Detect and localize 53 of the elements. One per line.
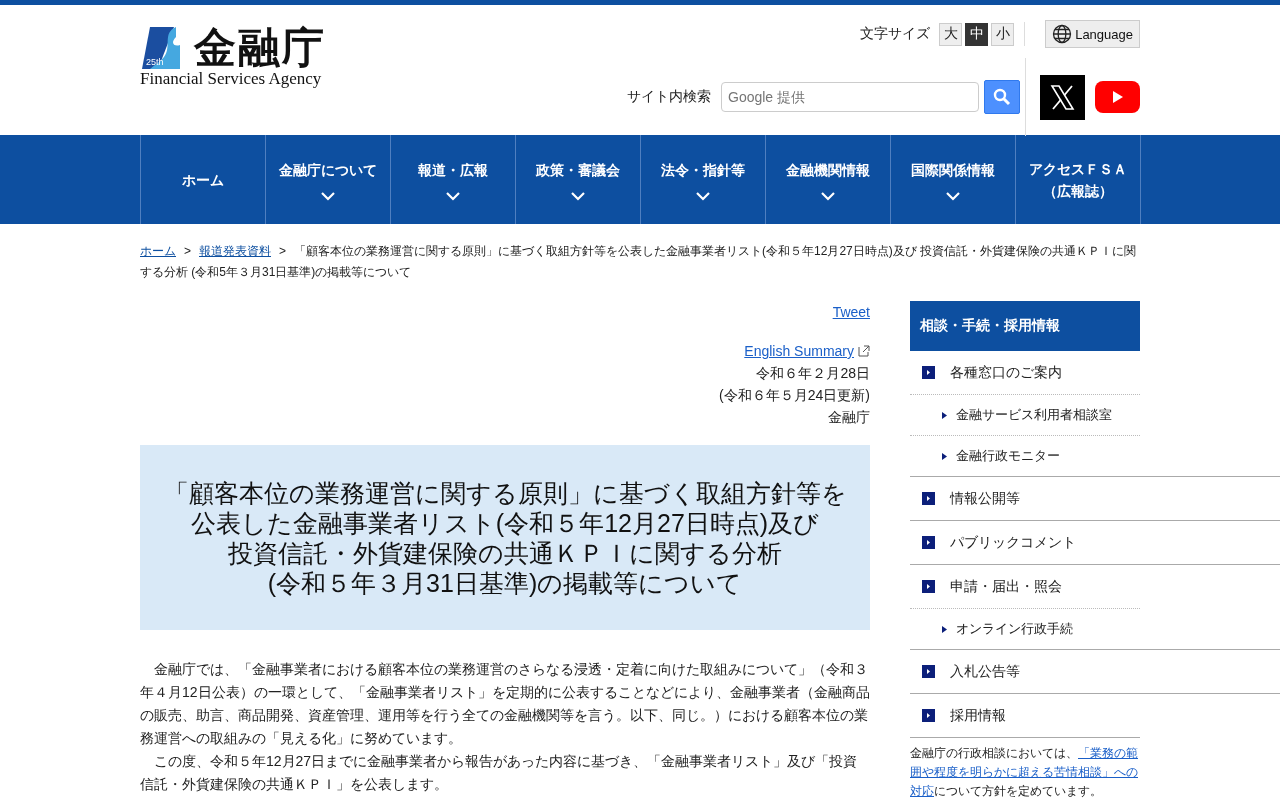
policy-link[interactable]: 「業務の範 (1078, 746, 1138, 760)
breadcrumb-link[interactable]: ホーム (140, 244, 176, 258)
triangle-bullet-icon (942, 452, 947, 460)
font-size-label: 文字サイズ (860, 25, 931, 43)
publisher: 金融庁 (828, 408, 870, 427)
updated-date: (令和６年５月24日更新) (719, 386, 870, 405)
body-paragraph: この度、令和５年12月27日までに金融事業者から報告があった内容に基づき、「金融事業者リスト」及び「投資信託・外貨建保険の共通ＫＰＩ」を公表します。 (140, 752, 859, 794)
nav-item[interactable]: 報道・広報 (390, 135, 516, 224)
search-label: サイト内検索 (627, 88, 711, 106)
x-logo-icon[interactable] (1040, 74, 1085, 120)
body-paragraph: 金融庁では、「金融事業者における顧客本位の業務運営のさらなる浸透・定着に向けた取組みについて」（令和３年４月12日公表）の一環として、「金融事業者リスト」を定期的に公表することなどにより、金融事業者（金融商品の販売、助言、商品開発、資産管理、運用等を行う全ての金融機関等を言う。以下、同じ。）における顧客本位の業務運営への取組みの「見える化」に努めています。 (140, 660, 870, 748)
nav-item[interactable]: アクセスＦＳＡ （広報誌） (1015, 135, 1141, 224)
breadcrumb-separator: > (279, 244, 287, 258)
sidebar-item[interactable]: オンライン行政手続 (910, 608, 1140, 649)
language-button[interactable]: Language (1045, 20, 1140, 48)
breadcrumb-separator: > (184, 244, 191, 258)
breadcrumb: ホーム > 報道発表資料 > 「顧客本位の業務運営に関する原則」に基づく取組方針等を公表した金融事業者リスト(令和５年12月27日時点)及び 投資信託・外貨建保険の共通ＫＰＩに関する分析 (令和5年３月31日基準)の掲載等について (140, 243, 1138, 281)
sidebar-item[interactable]: 申請・届出・照会 (910, 564, 1280, 608)
policy-link[interactable]: 対応 (910, 784, 934, 798)
font-size-button[interactable]: 小 (991, 22, 1015, 46)
nav-item[interactable]: 国際関係情報 (890, 135, 1016, 224)
search-icon (992, 87, 1012, 107)
globe-icon (1052, 24, 1073, 44)
page-title: 「顧客本位の業務運営に関する原則」に基づく取組方針等を 公表した金融事業者リスト(令和５年12月27日時点)及び 投資信託・外貨建保険の共通ＫＰＩに関する分析 (令和５年３月31日基準)の掲載等について (163, 477, 847, 598)
logo-subtitle: Financial Services Agency (140, 69, 323, 89)
font-size-button[interactable]: 大 (939, 22, 963, 46)
breadcrumb-link[interactable]: 報道発表資料 (199, 244, 271, 258)
sidebar-note: 金融庁の行政相談においては、「業務の範 囲や程度を明らかに超える苦情相談」への 対応について方針を定めています。 (910, 745, 1139, 800)
nav-item[interactable]: 金融機関情報 (765, 135, 891, 224)
search-field[interactable]: Google 提供 (721, 82, 979, 112)
sidebar-item[interactable]: 金融サービス利用者相談室 (910, 394, 1140, 435)
sidebar-item[interactable]: 入札公告等 (910, 649, 1280, 693)
english-summary-link[interactable]: English Summary (744, 340, 854, 362)
sidebar-item[interactable]: 金融行政モニター (910, 435, 1140, 476)
sidebar-item[interactable]: 採用情報 (910, 693, 1280, 737)
sidebar-item[interactable]: 各種窓口のご案内 (910, 351, 1280, 394)
font-size-button[interactable]: 中 (965, 22, 989, 46)
publish-date: 令和６年２月28日 (756, 364, 870, 383)
nav-item[interactable]: 法令・指針等 (640, 135, 766, 224)
external-link-icon (858, 345, 870, 357)
sidebar-item[interactable]: 情報公開等 (910, 476, 1280, 520)
tweet-link[interactable]: Tweet (832, 301, 870, 323)
sidebar-item[interactable]: パブリックコメント (910, 520, 1280, 564)
video-play-icon[interactable] (1095, 81, 1140, 113)
search-button[interactable] (984, 80, 1020, 114)
triangle-bullet-icon (942, 411, 947, 419)
nav-item[interactable]: 政策・審議会 (515, 135, 641, 224)
sidebar-heading: 相談・手続・採用情報 (910, 301, 1140, 351)
policy-link[interactable]: 囲や程度を明らかに超える苦情相談」への (910, 765, 1138, 779)
nav-item[interactable]: 金融庁について (265, 135, 391, 224)
triangle-bullet-icon (942, 625, 947, 633)
nav-item[interactable]: ホーム (140, 135, 266, 224)
logo-title: 金融庁 (194, 25, 326, 71)
